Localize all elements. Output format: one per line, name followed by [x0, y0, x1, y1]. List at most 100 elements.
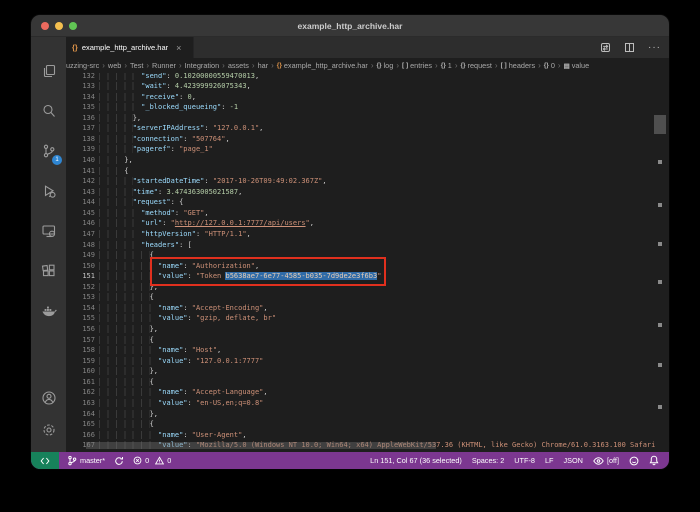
line-number[interactable]: 148: [66, 240, 95, 251]
line-number[interactable]: 150: [66, 261, 95, 272]
sync-status[interactable]: [114, 456, 124, 466]
line-number[interactable]: 163: [66, 398, 95, 409]
eol-setting[interactable]: LF: [545, 456, 554, 465]
line-number[interactable]: 141: [66, 166, 95, 177]
breadcrumb-item[interactable]: Integration: [185, 61, 219, 70]
code-line[interactable]: 155 "value": "gzip, deflate, br": [66, 313, 669, 324]
git-branch-status[interactable]: master*: [67, 455, 105, 466]
code-line[interactable]: 146 "url": "http://127.0.0.1:7777/api/us…: [66, 218, 669, 229]
code-line[interactable]: 139 "pageref": "page_1": [66, 144, 669, 155]
breadcrumb-item[interactable]: {}request: [461, 61, 492, 70]
cursor-position[interactable]: Ln 151, Col 67 (36 selected): [370, 456, 462, 465]
line-number[interactable]: 165: [66, 419, 95, 430]
line-number[interactable]: 149: [66, 250, 95, 261]
code-line[interactable]: 135 "_blocked_queueing": -1: [66, 102, 669, 113]
breadcrumb-item[interactable]: {}1: [441, 61, 452, 70]
language-mode[interactable]: JSON: [563, 456, 582, 465]
line-number[interactable]: 161: [66, 377, 95, 388]
screencast-toggle[interactable]: [off]: [593, 456, 619, 465]
line-number[interactable]: 155: [66, 313, 95, 324]
code-line[interactable]: 157 {: [66, 335, 669, 346]
source-control-icon[interactable]: 1: [31, 131, 66, 171]
code-line[interactable]: 136 },: [66, 113, 669, 124]
code-line[interactable]: 156 },: [66, 324, 669, 335]
vertical-scrollbar[interactable]: [653, 73, 667, 452]
line-number[interactable]: 157: [66, 335, 95, 346]
line-number[interactable]: 137: [66, 123, 95, 134]
remote-explorer-icon[interactable]: [31, 211, 66, 251]
line-number[interactable]: 160: [66, 366, 95, 377]
scrollbar-thumb[interactable]: [654, 115, 666, 134]
close-tab-icon[interactable]: ×: [176, 43, 181, 53]
breadcrumb-item[interactable]: Test: [130, 61, 143, 70]
line-number[interactable]: 136: [66, 113, 95, 124]
breadcrumb-item[interactable]: uzzing-src: [66, 61, 99, 70]
line-number[interactable]: 147: [66, 229, 95, 240]
line-number[interactable]: 152: [66, 282, 95, 293]
line-number[interactable]: 132: [66, 73, 95, 81]
line-number[interactable]: 134: [66, 92, 95, 103]
search-icon[interactable]: [31, 91, 66, 131]
settings-gear-icon[interactable]: [31, 414, 66, 446]
code-line[interactable]: 147 "httpVersion": "HTTP/1.1",: [66, 229, 669, 240]
code-line[interactable]: 153 {: [66, 292, 669, 303]
breadcrumb-item[interactable]: ▤value: [564, 61, 590, 70]
breadcrumb-item[interactable]: [ ]entries: [402, 61, 432, 70]
line-number[interactable]: 162: [66, 387, 95, 398]
tab-example-http-archive[interactable]: {} example_http_archive.har ×: [66, 37, 194, 58]
line-number[interactable]: 158: [66, 345, 95, 356]
line-number[interactable]: 151: [66, 271, 95, 282]
code-line[interactable]: 158 "name": "Host",: [66, 345, 669, 356]
line-number[interactable]: 164: [66, 409, 95, 420]
minimize-window-button[interactable]: [55, 22, 63, 30]
line-number[interactable]: 154: [66, 303, 95, 314]
code-line[interactable]: 133 "wait": 4.423999926075343,: [66, 81, 669, 92]
code-line[interactable]: 165 {: [66, 419, 669, 430]
line-number[interactable]: 140: [66, 155, 95, 166]
code-line[interactable]: 144 "request": {: [66, 197, 669, 208]
breadcrumb-item[interactable]: [ ]headers: [501, 61, 536, 70]
line-number[interactable]: 143: [66, 187, 95, 198]
feedback-icon[interactable]: [629, 456, 639, 466]
breadcrumb-item[interactable]: web: [108, 61, 121, 70]
code-line[interactable]: 148 "headers": [: [66, 240, 669, 251]
split-editor-icon[interactable]: [624, 42, 635, 53]
open-changes-icon[interactable]: [600, 42, 611, 53]
line-number[interactable]: 145: [66, 208, 95, 219]
extensions-icon[interactable]: [31, 251, 66, 291]
line-number[interactable]: 153: [66, 292, 95, 303]
breadcrumb-item[interactable]: {}0: [544, 61, 555, 70]
code-line[interactable]: 138 "connection": "507764",: [66, 134, 669, 145]
line-number[interactable]: 144: [66, 197, 95, 208]
line-number[interactable]: 166: [66, 430, 95, 441]
code-line[interactable]: 161 {: [66, 377, 669, 388]
line-number[interactable]: 133: [66, 81, 95, 92]
line-number[interactable]: 159: [66, 356, 95, 367]
code-line[interactable]: 143 "time": 3.474363005021587,: [66, 187, 669, 198]
code-line[interactable]: 160 },: [66, 366, 669, 377]
breadcrumb-item[interactable]: {}log: [377, 61, 394, 70]
accounts-icon[interactable]: [31, 382, 66, 414]
encoding-setting[interactable]: UTF-8: [514, 456, 535, 465]
line-number[interactable]: 138: [66, 134, 95, 145]
close-window-button[interactable]: [41, 22, 49, 30]
explorer-icon[interactable]: [31, 51, 66, 91]
code-line[interactable]: 162 "name": "Accept-Language",: [66, 387, 669, 398]
indentation-setting[interactable]: Spaces: 2: [472, 456, 504, 465]
line-number[interactable]: 146: [66, 218, 95, 229]
code-line[interactable]: 164 },: [66, 409, 669, 420]
notifications-bell-icon[interactable]: [649, 455, 659, 466]
code-line[interactable]: 163 "value": "en-US,en;q=0.8": [66, 398, 669, 409]
breadcrumb-item[interactable]: Runner: [152, 61, 176, 70]
code-line[interactable]: 145 "method": "GET",: [66, 208, 669, 219]
breadcrumb-item[interactable]: {}example_http_archive.har: [277, 61, 368, 70]
code-line[interactable]: 154 "name": "Accept-Encoding",: [66, 303, 669, 314]
code-line[interactable]: 166 "name": "User-Agent",: [66, 430, 669, 441]
zoom-window-button[interactable]: [69, 22, 77, 30]
horizontal-scrollbar[interactable]: [86, 442, 436, 449]
code-line[interactable]: 142 "startedDateTime": "2017-10-26T09:49…: [66, 176, 669, 187]
line-number[interactable]: 142: [66, 176, 95, 187]
line-number[interactable]: 156: [66, 324, 95, 335]
line-number[interactable]: 135: [66, 102, 95, 113]
problems-status[interactable]: 0 0: [133, 456, 171, 465]
